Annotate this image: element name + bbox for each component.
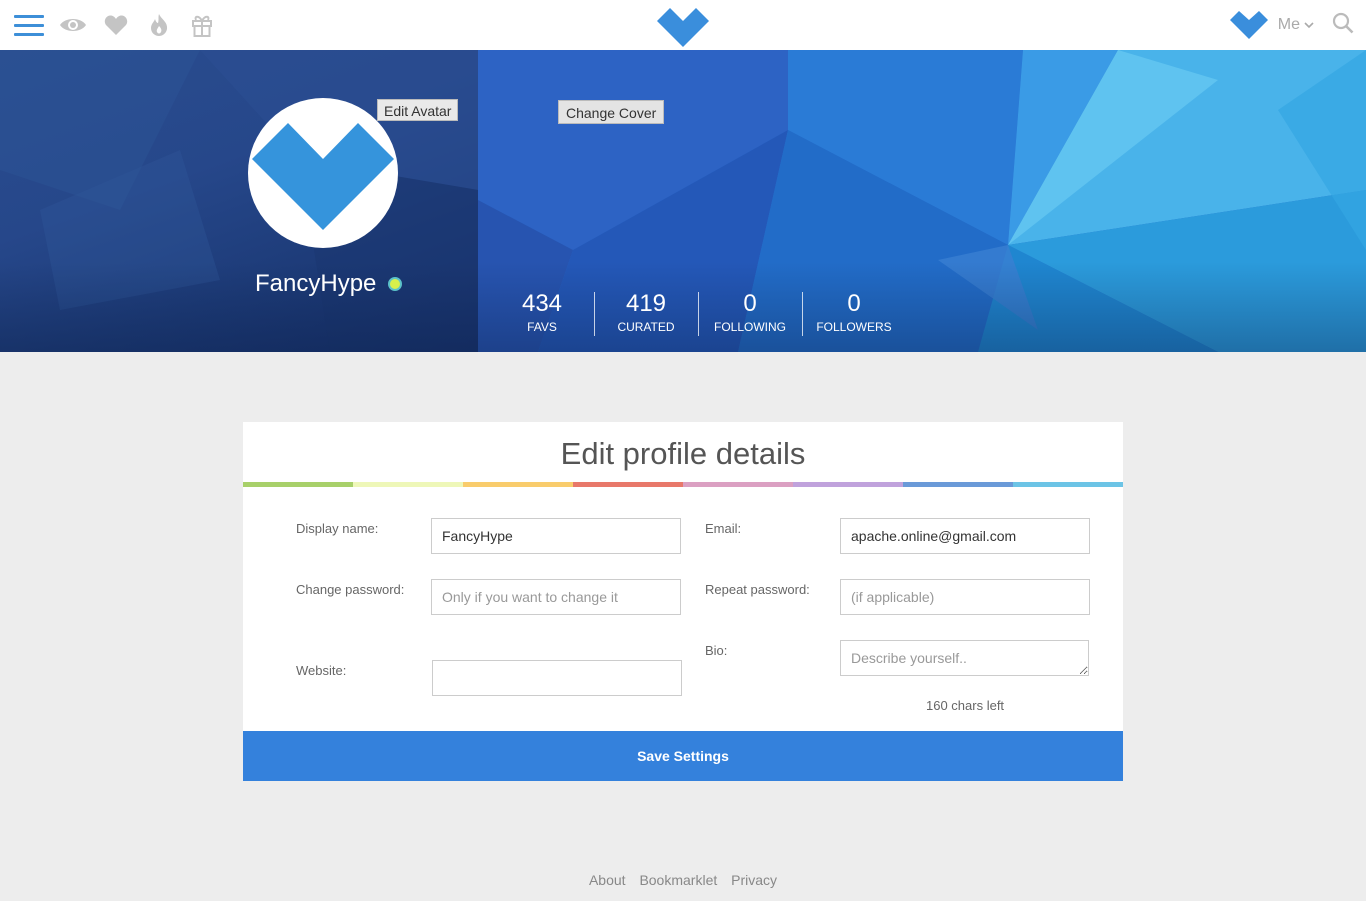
repeat-password-label: Repeat password:	[705, 582, 810, 597]
username-row: FancyHype	[255, 270, 403, 298]
profile-stats: 434 FAVS 419 CURATED 0 FOLLOWING 0 FOLLO…	[490, 290, 906, 336]
stat-label: FOLLOWING	[713, 320, 786, 334]
avatar-heart-icon	[252, 123, 394, 230]
change-cover-button[interactable]: Change Cover	[558, 100, 665, 124]
footer: About Bookmarklet Privacy	[0, 872, 1366, 888]
rainbow-divider	[243, 482, 1123, 487]
me-label: Me	[1277, 16, 1300, 33]
bio-label: Bio:	[705, 643, 728, 658]
search-icon[interactable]	[1332, 12, 1354, 38]
website-label: Website:	[296, 663, 347, 678]
card-title: Edit profile details	[560, 436, 806, 471]
rainbow-segment	[793, 482, 903, 487]
online-status-indicator	[388, 277, 403, 291]
stat-following[interactable]: 0 FOLLOWING	[698, 290, 802, 336]
edit-avatar-button[interactable]: Edit Avatar	[377, 99, 459, 121]
rainbow-segment	[683, 482, 793, 487]
stat-value: 434	[521, 290, 563, 317]
stat-value: 0	[743, 290, 757, 317]
nav-icons	[14, 10, 216, 40]
stat-favs[interactable]: 434 FAVS	[490, 290, 594, 336]
stat-label: FOLLOWERS	[816, 320, 892, 334]
eye-icon[interactable]	[59, 11, 87, 39]
change-password-field[interactable]	[431, 579, 681, 615]
username: FancyHype	[255, 270, 377, 297]
change-password-label: Change password:	[296, 582, 405, 597]
stat-followers[interactable]: 0 FOLLOWERS	[802, 290, 906, 336]
stat-value: 0	[847, 290, 861, 317]
rainbow-segment	[353, 482, 463, 487]
save-settings-button[interactable]: Save Settings	[243, 731, 1123, 781]
footer-link-about[interactable]: About	[589, 872, 626, 888]
rainbow-segment	[573, 482, 683, 487]
me-menu[interactable]: Me	[1278, 16, 1314, 34]
top-navigation-bar: Me	[0, 0, 1366, 50]
chevron-down-icon	[1304, 21, 1314, 28]
email-label: Email:	[705, 521, 742, 536]
email-field[interactable]	[840, 518, 1090, 554]
avatar[interactable]	[248, 98, 398, 248]
flame-icon[interactable]	[145, 11, 173, 39]
stat-value: 419	[625, 290, 667, 317]
rainbow-segment	[1013, 482, 1123, 487]
cover-left-pattern	[0, 50, 478, 352]
footer-link-privacy[interactable]: Privacy	[731, 872, 777, 888]
bio-field[interactable]	[840, 640, 1089, 676]
rainbow-segment	[903, 482, 1013, 487]
rainbow-segment	[463, 482, 573, 487]
footer-link-bookmarklet[interactable]: Bookmarklet	[639, 872, 717, 888]
stat-label: FAVS	[527, 320, 557, 334]
user-controls: Me	[1229, 8, 1354, 42]
profile-header-panel	[0, 50, 478, 352]
display-name-field[interactable]	[431, 518, 681, 554]
display-name-label: Display name:	[296, 521, 379, 536]
logo-heart-icon[interactable]	[656, 4, 710, 48]
stat-curated[interactable]: 419 CURATED	[594, 290, 698, 336]
user-avatar-heart-icon[interactable]	[1229, 8, 1268, 42]
rainbow-segment	[243, 482, 353, 487]
profile-cover: Edit Avatar Change Cover FancyHype 434 F…	[0, 50, 1366, 352]
edit-profile-card: Edit profile details Display name: Email…	[243, 422, 1123, 781]
menu-icon[interactable]	[14, 13, 44, 37]
heart-icon[interactable]	[102, 11, 130, 39]
website-field[interactable]	[432, 660, 682, 696]
gift-icon[interactable]	[188, 11, 216, 39]
repeat-password-field[interactable]	[840, 579, 1090, 615]
stat-label: CURATED	[617, 320, 675, 334]
bio-chars-left: 160 chars left	[926, 698, 1005, 713]
